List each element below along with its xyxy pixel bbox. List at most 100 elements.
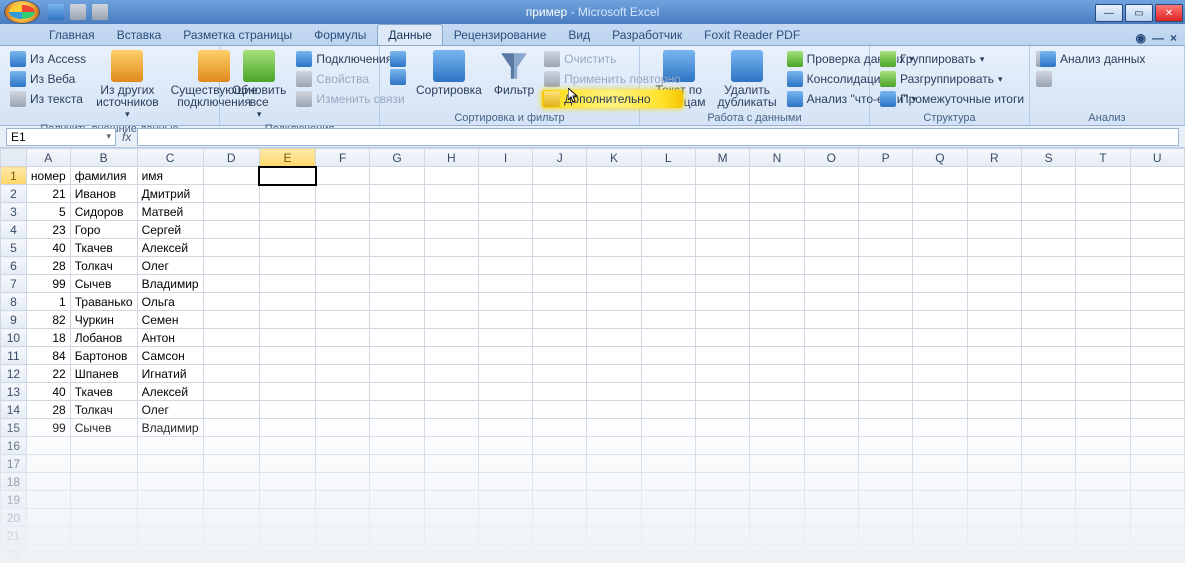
row-header-4[interactable]: 4 bbox=[1, 221, 27, 239]
cell-Q8[interactable] bbox=[913, 293, 967, 311]
cell-J8[interactable] bbox=[533, 293, 587, 311]
subtotal-button[interactable]: Промежуточные итоги bbox=[878, 90, 1026, 108]
cell-J17[interactable] bbox=[533, 455, 587, 473]
cell-E14[interactable] bbox=[259, 401, 315, 419]
cell-N4[interactable] bbox=[750, 221, 804, 239]
cell-J16[interactable] bbox=[533, 437, 587, 455]
cell-E13[interactable] bbox=[259, 383, 315, 401]
cell-O6[interactable] bbox=[804, 257, 858, 275]
cell-O11[interactable] bbox=[804, 347, 858, 365]
help-icon[interactable]: ◉ bbox=[1136, 31, 1146, 45]
cell-I21[interactable] bbox=[479, 527, 533, 545]
cell-I2[interactable] bbox=[479, 185, 533, 203]
col-header-N[interactable]: N bbox=[750, 149, 804, 167]
col-header-J[interactable]: J bbox=[533, 149, 587, 167]
from-other-sources-button[interactable]: Из других источников▾ bbox=[90, 48, 164, 122]
advanced-filter-button[interactable]: Дополнительно bbox=[542, 90, 683, 108]
cell-R10[interactable] bbox=[967, 329, 1021, 347]
cell-L8[interactable] bbox=[641, 293, 695, 311]
cell-U9[interactable] bbox=[1130, 311, 1184, 329]
cell-A20[interactable] bbox=[26, 509, 70, 527]
cell-S22[interactable] bbox=[1021, 545, 1075, 563]
cell-K15[interactable] bbox=[587, 419, 641, 437]
cell-M13[interactable] bbox=[695, 383, 749, 401]
cell-J3[interactable] bbox=[533, 203, 587, 221]
cell-D8[interactable] bbox=[203, 293, 259, 311]
office-button[interactable] bbox=[4, 0, 40, 24]
cell-M1[interactable] bbox=[695, 167, 749, 185]
cell-J6[interactable] bbox=[533, 257, 587, 275]
cell-M10[interactable] bbox=[695, 329, 749, 347]
cell-I14[interactable] bbox=[479, 401, 533, 419]
cell-N16[interactable] bbox=[750, 437, 804, 455]
cell-E22[interactable] bbox=[259, 545, 315, 563]
cell-S20[interactable] bbox=[1021, 509, 1075, 527]
cell-J1[interactable] bbox=[533, 167, 587, 185]
cell-A9[interactable]: 82 bbox=[26, 311, 70, 329]
cell-H8[interactable] bbox=[424, 293, 478, 311]
cell-D7[interactable] bbox=[203, 275, 259, 293]
cell-Q2[interactable] bbox=[913, 185, 967, 203]
row-header-22[interactable]: 22 bbox=[1, 545, 27, 563]
cell-J10[interactable] bbox=[533, 329, 587, 347]
cell-P14[interactable] bbox=[858, 401, 912, 419]
col-header-S[interactable]: S bbox=[1021, 149, 1075, 167]
cell-P17[interactable] bbox=[858, 455, 912, 473]
cell-E3[interactable] bbox=[259, 203, 315, 221]
cell-J9[interactable] bbox=[533, 311, 587, 329]
cell-H2[interactable] bbox=[424, 185, 478, 203]
cell-A17[interactable] bbox=[26, 455, 70, 473]
cell-B22[interactable] bbox=[70, 545, 137, 563]
cell-A18[interactable] bbox=[26, 473, 70, 491]
col-header-K[interactable]: K bbox=[587, 149, 641, 167]
cell-I17[interactable] bbox=[479, 455, 533, 473]
cell-M14[interactable] bbox=[695, 401, 749, 419]
cell-H5[interactable] bbox=[424, 239, 478, 257]
cell-G7[interactable] bbox=[370, 275, 424, 293]
cell-L15[interactable] bbox=[641, 419, 695, 437]
cell-F9[interactable] bbox=[316, 311, 370, 329]
row-header-7[interactable]: 7 bbox=[1, 275, 27, 293]
cell-B7[interactable]: Сычев bbox=[70, 275, 137, 293]
cell-I6[interactable] bbox=[479, 257, 533, 275]
cell-E10[interactable] bbox=[259, 329, 315, 347]
cell-O13[interactable] bbox=[804, 383, 858, 401]
cell-L19[interactable] bbox=[641, 491, 695, 509]
cell-S8[interactable] bbox=[1021, 293, 1075, 311]
cell-C5[interactable]: Алексей bbox=[137, 239, 203, 257]
tab-foxit-reader-pdf[interactable]: Foxit Reader PDF bbox=[693, 24, 811, 45]
row-header-10[interactable]: 10 bbox=[1, 329, 27, 347]
cell-I8[interactable] bbox=[479, 293, 533, 311]
cell-D6[interactable] bbox=[203, 257, 259, 275]
cell-K2[interactable] bbox=[587, 185, 641, 203]
cell-T22[interactable] bbox=[1076, 545, 1130, 563]
cell-K20[interactable] bbox=[587, 509, 641, 527]
cell-U14[interactable] bbox=[1130, 401, 1184, 419]
cell-O19[interactable] bbox=[804, 491, 858, 509]
cell-M19[interactable] bbox=[695, 491, 749, 509]
cell-S3[interactable] bbox=[1021, 203, 1075, 221]
cell-K1[interactable] bbox=[587, 167, 641, 185]
cell-F11[interactable] bbox=[316, 347, 370, 365]
cell-S7[interactable] bbox=[1021, 275, 1075, 293]
cell-Q15[interactable] bbox=[913, 419, 967, 437]
cell-L4[interactable] bbox=[641, 221, 695, 239]
cell-Q13[interactable] bbox=[913, 383, 967, 401]
cell-E5[interactable] bbox=[259, 239, 315, 257]
select-all-corner[interactable] bbox=[1, 149, 27, 167]
row-header-19[interactable]: 19 bbox=[1, 491, 27, 509]
cell-N10[interactable] bbox=[750, 329, 804, 347]
cell-O14[interactable] bbox=[804, 401, 858, 419]
cell-P21[interactable] bbox=[858, 527, 912, 545]
cell-J4[interactable] bbox=[533, 221, 587, 239]
cell-L13[interactable] bbox=[641, 383, 695, 401]
cell-S19[interactable] bbox=[1021, 491, 1075, 509]
cell-K10[interactable] bbox=[587, 329, 641, 347]
cell-L17[interactable] bbox=[641, 455, 695, 473]
cell-U11[interactable] bbox=[1130, 347, 1184, 365]
cell-H12[interactable] bbox=[424, 365, 478, 383]
cell-C2[interactable]: Дмитрий bbox=[137, 185, 203, 203]
cell-M6[interactable] bbox=[695, 257, 749, 275]
cell-B9[interactable]: Чуркин bbox=[70, 311, 137, 329]
cell-D9[interactable] bbox=[203, 311, 259, 329]
